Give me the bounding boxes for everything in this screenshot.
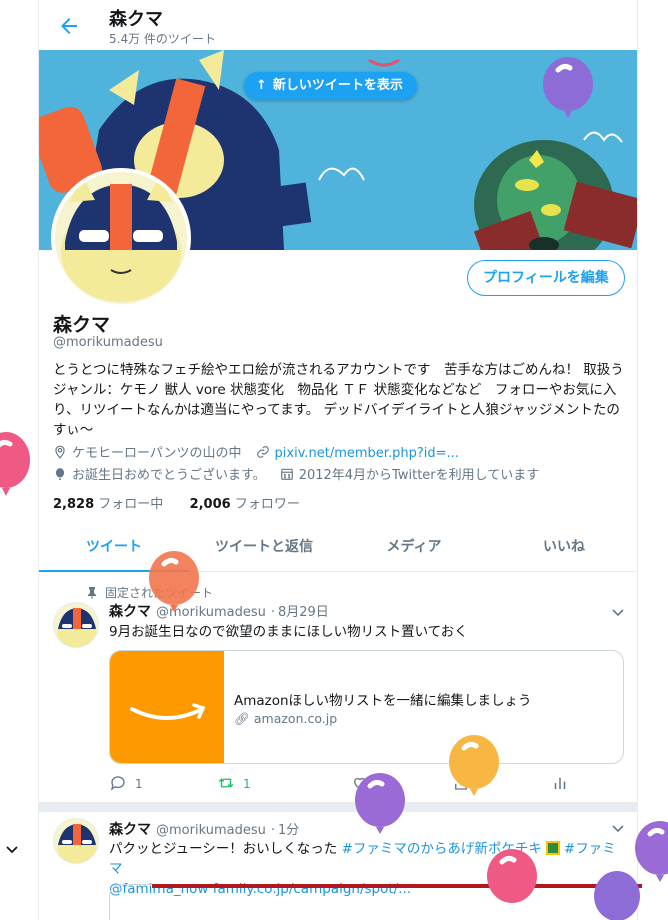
tweet[interactable]: 森クマ @morikumadesu · 1分 パクッとジューシー！おいしくなった #フ… (39, 812, 637, 920)
up-arrow-icon: ↑ (256, 78, 267, 93)
link-card[interactable]: Amazonほしい物リストを一緒に編集しましょう 🔗︎ amazon.co.jp (109, 650, 624, 764)
avatar-image (55, 172, 187, 304)
following-count: 2,828 (53, 497, 95, 512)
tweet-divider (39, 802, 637, 812)
tab-tweets-and-replies[interactable]: ツイートと返信 (189, 527, 339, 572)
following-link[interactable]: 2,828 フォロー中 (53, 497, 163, 512)
link-icon: 🔗︎ (234, 711, 250, 726)
link-card[interactable] (109, 884, 624, 920)
back-arrow-icon[interactable] (57, 14, 81, 38)
balloon-icon (0, 432, 30, 496)
profile-column: 森クマ 5.4万 件のツイート ↑ 新しいツイートを表示 プロフィールを編集 森… (38, 0, 638, 920)
amazon-smile-icon (130, 703, 206, 720)
follow-stats: 2,828 フォロー中 2,006 フォロワー (53, 493, 300, 512)
balloon-icon (487, 849, 537, 903)
chevron-down-icon[interactable] (4, 842, 20, 858)
balloon-icon (543, 57, 593, 118)
retweet-count: 1 (243, 777, 251, 791)
show-new-tweets-button[interactable]: ↑ 新しいツイートを表示 (244, 72, 417, 100)
tweet-author-name[interactable]: 森クマ (109, 822, 151, 838)
reply-icon (110, 776, 125, 791)
tweet-separator: · (270, 823, 275, 838)
balloon-icon (149, 551, 199, 612)
new-tweets-label: 新しいツイートを表示 (272, 78, 403, 93)
analytics-icon (554, 777, 566, 789)
balloon-icon (449, 735, 499, 796)
profile-bio: とうとつに特殊なフェチ絵やエロ絵が流されるアカウントです 苦手な方はごめんね！ … (53, 362, 624, 438)
reply-count: 1 (135, 777, 143, 791)
profile-name: 森クマ (53, 314, 111, 336)
pin-icon (88, 587, 96, 599)
link-icon (256, 446, 269, 458)
tweet-date[interactable]: 1分 (278, 823, 299, 838)
tweet-avatar-image (54, 819, 98, 863)
card-title: Amazonほしい物リストを一緒に編集しましょう (234, 693, 532, 709)
balloon-icon (355, 773, 405, 834)
tweet-avatar[interactable] (53, 602, 99, 648)
tweet-avatar-image (54, 603, 98, 647)
reply-button[interactable]: 1 (109, 774, 143, 794)
profile-meta-row-1: ケモヒーローパンツの山の中 pixiv.net/member.php?id=..… (53, 442, 459, 461)
balloon-icon (594, 871, 640, 920)
profile-header: 森クマ 5.4万 件のツイート (39, 0, 637, 50)
tweet-separator: · (270, 605, 275, 620)
edit-profile-button[interactable]: プロフィールを編集 (467, 260, 625, 296)
balloon-icon (55, 468, 65, 480)
location-icon (55, 445, 65, 459)
tweet-date[interactable]: 8月29日 (278, 605, 329, 620)
retweet-icon (218, 778, 234, 788)
following-label: フォロー中 (98, 497, 164, 512)
profile-joined: 2012年4月からTwitterを利用しています (298, 468, 540, 483)
profile-location: ケモヒーローパンツの山の中 (72, 446, 242, 461)
chevron-down-icon[interactable] (611, 606, 625, 620)
profile-avatar[interactable] (51, 168, 191, 308)
card-domain: 🔗︎ amazon.co.jp (234, 711, 337, 727)
tab-likes[interactable]: いいね (489, 527, 637, 572)
chevron-down-icon[interactable] (611, 822, 625, 836)
pinned-tweet[interactable]: 固定されたツイート 森クマ@morikumadesu·8月29日 9月お誕生日な… (39, 580, 637, 802)
amazon-logo-image (110, 651, 224, 763)
tweet-text-prefix: パクッとジューシー！おいしくなった (109, 841, 342, 857)
profile-birthday: お誕生日おめでとうございます。 (72, 468, 266, 483)
followers-count: 2,006 (189, 497, 231, 512)
tweet-header: 森クマ @morikumadesu · 1分 (109, 819, 299, 839)
tweet-text: 9月お誕生日なので欲望のままにほしい物リスト置いておく (109, 624, 468, 640)
media-strip (152, 884, 642, 888)
profile-tabs: ツイート ツイートと返信 メディア いいね (39, 527, 637, 572)
header-title: 森クマ (109, 9, 163, 30)
tweet-avatar[interactable] (53, 818, 99, 864)
analytics-button[interactable] (551, 774, 577, 794)
tab-media[interactable]: メディア (339, 527, 489, 572)
retweet-button[interactable]: 1 (217, 774, 251, 794)
tweet-author-name[interactable]: 森クマ (109, 604, 151, 620)
card-domain-text: amazon.co.jp (253, 711, 338, 726)
famima-emoji-icon (545, 841, 560, 855)
page: 森クマ 5.4万 件のツイート ↑ 新しいツイートを表示 プロフィールを編集 森… (0, 0, 668, 920)
followers-link[interactable]: 2,006 フォロワー (190, 497, 300, 512)
profile-meta-row-2: お誕生日おめでとうございます。 2012年4月からTwitterを利用しています (53, 464, 539, 483)
calendar-icon (280, 468, 293, 480)
profile-handle: @morikumadesu (53, 335, 163, 350)
tweet-header: 森クマ @morikumadesu · 8月29日 (109, 601, 329, 621)
header-tweet-count: 5.4万 件のツイート (109, 32, 216, 46)
profile-website-link[interactable]: pixiv.net/member.php?id=... (275, 446, 459, 461)
tweet-author-handle[interactable]: @morikumadesu (156, 823, 266, 838)
followers-label: フォロワー (234, 497, 300, 512)
